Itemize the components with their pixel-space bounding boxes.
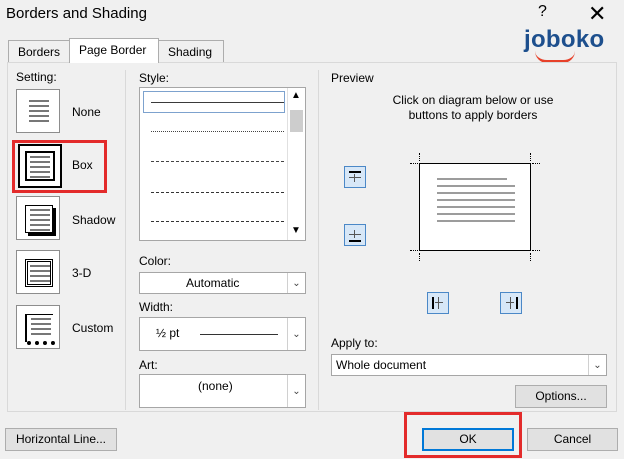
style-dash-line[interactable] bbox=[151, 192, 284, 193]
chevron-down-icon[interactable]: ⌄ bbox=[588, 355, 606, 375]
setting-none-label[interactable]: None bbox=[72, 105, 101, 119]
close-icon[interactable]: ✕ bbox=[588, 1, 606, 27]
chevron-down-icon[interactable]: ⌄ bbox=[287, 318, 305, 350]
setting-custom-label[interactable]: Custom bbox=[72, 321, 113, 335]
column-divider bbox=[125, 70, 126, 410]
ok-button[interactable]: OK bbox=[422, 428, 514, 451]
width-dropdown[interactable]: ½ pt ⌄ bbox=[139, 317, 306, 351]
bottom-border-icon[interactable] bbox=[344, 224, 366, 246]
setting-none-icon[interactable] bbox=[16, 89, 60, 133]
art-value: (none) bbox=[198, 379, 233, 393]
setting-box-icon[interactable] bbox=[18, 144, 62, 188]
help-icon[interactable]: ? bbox=[538, 3, 547, 21]
scroll-thumb[interactable] bbox=[290, 110, 303, 132]
chevron-down-icon[interactable]: ⌄ bbox=[287, 375, 305, 407]
setting-box-label[interactable]: Box bbox=[72, 158, 93, 172]
setting-3d-label[interactable]: 3-D bbox=[72, 266, 91, 280]
tab-borders[interactable]: Borders bbox=[8, 40, 70, 62]
art-dropdown[interactable]: (none) ⌄ bbox=[139, 374, 306, 408]
style-dotted-line[interactable] bbox=[151, 131, 284, 132]
setting-3d-icon[interactable] bbox=[16, 250, 60, 294]
tab-shading[interactable]: Shading bbox=[158, 40, 224, 62]
setting-shadow-icon[interactable] bbox=[16, 196, 60, 240]
setting-label: Setting: bbox=[16, 70, 57, 84]
chevron-down-icon[interactable]: ⌄ bbox=[287, 273, 305, 293]
width-sample-line bbox=[200, 334, 278, 335]
setting-shadow-label[interactable]: Shadow bbox=[72, 213, 115, 227]
color-dropdown[interactable]: Automatic ⌄ bbox=[139, 272, 306, 294]
style-fine-dash-line[interactable] bbox=[151, 161, 284, 162]
color-label: Color: bbox=[139, 254, 172, 268]
color-value: Automatic bbox=[186, 276, 240, 290]
preview-divider bbox=[318, 70, 319, 410]
joboko-logo: joboko bbox=[524, 26, 605, 53]
preview-corner-marks bbox=[409, 152, 541, 262]
apply-to-dropdown[interactable]: Whole document ⌄ bbox=[331, 354, 607, 376]
width-value: ½ pt bbox=[156, 326, 180, 340]
horizontal-line-button[interactable]: Horizontal Line... bbox=[5, 428, 117, 451]
right-border-icon[interactable] bbox=[500, 292, 522, 314]
dialog-title: Borders and Shading bbox=[6, 5, 147, 22]
style-solid-line[interactable] bbox=[151, 102, 284, 103]
left-border-icon[interactable] bbox=[427, 292, 449, 314]
art-label: Art: bbox=[139, 358, 158, 372]
apply-to-label: Apply to: bbox=[331, 336, 378, 350]
tab-page-border[interactable]: Page Border bbox=[69, 38, 159, 63]
top-border-icon[interactable] bbox=[344, 166, 366, 188]
setting-custom-icon[interactable] bbox=[16, 305, 60, 349]
width-label: Width: bbox=[139, 300, 174, 314]
style-listbox[interactable]: ▲ ▼ bbox=[139, 87, 306, 241]
cancel-button[interactable]: Cancel bbox=[527, 428, 618, 451]
preview-label: Preview bbox=[331, 71, 374, 85]
style-label: Style: bbox=[139, 71, 170, 85]
style-scrollbar[interactable]: ▲ ▼ bbox=[287, 88, 305, 240]
scroll-up-icon[interactable]: ▲ bbox=[291, 90, 301, 101]
scroll-down-icon[interactable]: ▼ bbox=[291, 225, 301, 236]
apply-to-value: Whole document bbox=[336, 358, 427, 372]
style-dash-dot-line[interactable] bbox=[151, 221, 284, 222]
options-button[interactable]: Options... bbox=[515, 385, 607, 408]
preview-instructions: Click on diagram below or use buttons to… bbox=[392, 93, 554, 122]
